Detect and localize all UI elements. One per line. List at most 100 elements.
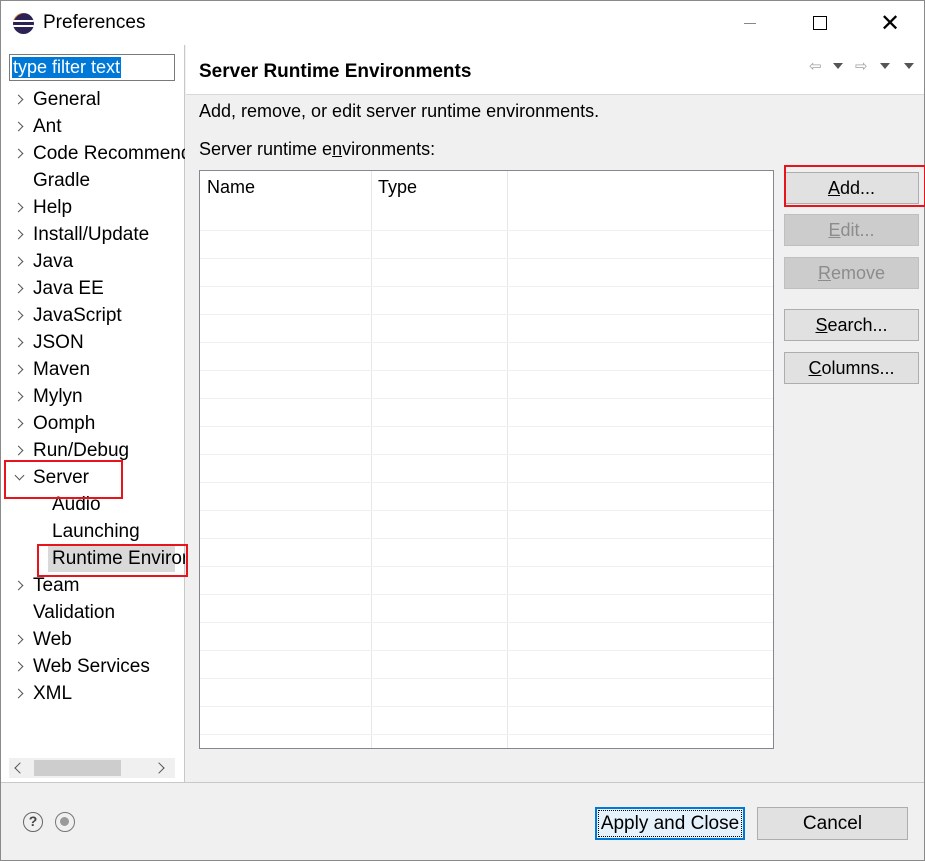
table-row-line <box>200 678 773 679</box>
columns-button[interactable]: Columns... <box>784 352 919 384</box>
chevron-right-icon[interactable] <box>13 418 24 429</box>
chevron-right-icon[interactable] <box>13 94 24 105</box>
tree-item-label: Code Recommenders <box>33 143 185 164</box>
chevron-right-icon[interactable] <box>13 310 24 321</box>
tree-item-label: Oomph <box>33 413 96 434</box>
tree-item-gradle[interactable]: Gradle <box>1 167 185 194</box>
chevron-right-icon[interactable] <box>13 121 24 132</box>
tree-item-validation[interactable]: Validation <box>1 599 185 626</box>
tree-item-label: Web <box>33 629 72 650</box>
chevron-right-icon[interactable] <box>13 364 24 375</box>
table-row-line <box>200 482 773 483</box>
tree-item-launching[interactable]: Launching <box>1 518 185 545</box>
tree-item-json[interactable]: JSON <box>1 329 185 356</box>
chevron-right-icon[interactable] <box>13 661 24 672</box>
help-icon[interactable]: ? <box>23 812 43 832</box>
tree-item-label: Ant <box>33 116 62 137</box>
dialog-button-bar: ? Apply and Close Cancel <box>1 782 924 860</box>
tree-item-label: Validation <box>33 602 116 623</box>
tree-item-label: Mylyn <box>33 386 83 407</box>
tree-item-label: JavaScript <box>33 305 122 326</box>
chevron-right-icon[interactable] <box>13 580 24 591</box>
tree-item-label: Launching <box>52 521 140 542</box>
tree-item-ant[interactable]: Ant <box>1 113 185 140</box>
cancel-button[interactable]: Cancel <box>757 807 908 840</box>
table-row-line <box>200 286 773 287</box>
tree-item-label: Web Services <box>33 656 150 677</box>
scroll-thumb[interactable] <box>34 760 121 776</box>
page-navigation: ⇦ ⇨ <box>809 57 919 77</box>
chevron-right-icon[interactable] <box>13 256 24 267</box>
maximize-icon <box>813 16 827 30</box>
table-row-line <box>200 734 773 735</box>
chevron-right-icon[interactable] <box>13 391 24 402</box>
tree-item-oomph[interactable]: Oomph <box>1 410 185 437</box>
preferences-tree-pane: type filter text General Ant Code Recommen… <box>1 45 185 782</box>
apply-and-close-button[interactable]: Apply and Close <box>595 807 745 840</box>
back-arrow-icon[interactable]: ⇦ <box>809 57 822 75</box>
record-dot <box>60 817 69 826</box>
back-dropdown-icon[interactable] <box>833 63 843 69</box>
minimize-icon <box>744 22 756 24</box>
view-menu-icon[interactable] <box>904 63 914 69</box>
column-header-name[interactable]: Name <box>200 171 371 203</box>
chevron-right-icon[interactable] <box>13 634 24 645</box>
chevron-right-icon[interactable] <box>13 688 24 699</box>
tree-item-label: Install/Update <box>33 224 150 245</box>
page-title: Server Runtime Environments <box>199 61 472 82</box>
column-header-type[interactable]: Type <box>371 171 507 203</box>
table-row-line <box>200 398 773 399</box>
scroll-right-icon[interactable] <box>153 762 165 774</box>
tree-item-java-ee[interactable]: Java EE <box>1 275 185 302</box>
tree-item-mylyn[interactable]: Mylyn <box>1 383 185 410</box>
table-row-line <box>200 622 773 623</box>
runtime-environments-table[interactable]: Name Type <box>199 170 774 749</box>
minimize-button[interactable] <box>715 1 785 45</box>
edit-button[interactable]: Edit... <box>784 214 919 246</box>
tree-item-label: XML <box>33 683 73 704</box>
table-row-line <box>200 258 773 259</box>
tree-item-help[interactable]: Help <box>1 194 185 221</box>
tree-item-label: Java EE <box>33 278 104 299</box>
table-row-line <box>200 426 773 427</box>
table-row-line <box>200 594 773 595</box>
tree-item-label: Gradle <box>33 170 91 191</box>
forward-dropdown-icon[interactable] <box>880 63 890 69</box>
tree-item-label: JSON <box>33 332 84 353</box>
chevron-right-icon[interactable] <box>13 445 24 456</box>
table-row-line <box>200 230 773 231</box>
remove-button[interactable]: Remove <box>784 257 919 289</box>
close-button[interactable]: ✕ <box>855 1 925 45</box>
window-title: Preferences <box>43 12 146 33</box>
tree-item-xml[interactable]: XML <box>1 680 185 707</box>
tree-item-javascript[interactable]: JavaScript <box>1 302 185 329</box>
chevron-right-icon[interactable] <box>13 337 24 348</box>
runtime-environments-highlight-box <box>37 544 188 577</box>
table-row-line <box>200 314 773 315</box>
chevron-right-icon[interactable] <box>13 283 24 294</box>
filter-input[interactable]: type filter text <box>9 54 175 81</box>
maximize-button[interactable] <box>785 1 855 45</box>
tree-item-web-services[interactable]: Web Services <box>1 653 185 680</box>
table-row-line <box>200 706 773 707</box>
chevron-right-icon[interactable] <box>13 148 24 159</box>
runtime-list-label: Server runtime environments: <box>199 139 436 159</box>
chevron-right-icon[interactable] <box>13 229 24 240</box>
search-button[interactable]: Search... <box>784 309 919 341</box>
table-row-line <box>200 566 773 567</box>
tree-item-maven[interactable]: Maven <box>1 356 185 383</box>
record-icon[interactable] <box>55 812 75 832</box>
table-row-line <box>200 650 773 651</box>
tree-item-install-update[interactable]: Install/Update <box>1 221 185 248</box>
tree-horizontal-scrollbar[interactable] <box>9 758 175 778</box>
forward-arrow-icon[interactable]: ⇨ <box>855 57 868 75</box>
table-row-line <box>200 454 773 455</box>
filter-text: type filter text <box>12 57 122 78</box>
tree-item-label: General <box>33 89 101 110</box>
tree-item-code-recommenders[interactable]: Code Recommenders <box>1 140 185 167</box>
tree-item-java[interactable]: Java <box>1 248 185 275</box>
tree-item-web[interactable]: Web <box>1 626 185 653</box>
tree-item-general[interactable]: General <box>1 86 185 113</box>
scroll-left-icon[interactable] <box>14 762 26 774</box>
chevron-right-icon[interactable] <box>13 202 24 213</box>
